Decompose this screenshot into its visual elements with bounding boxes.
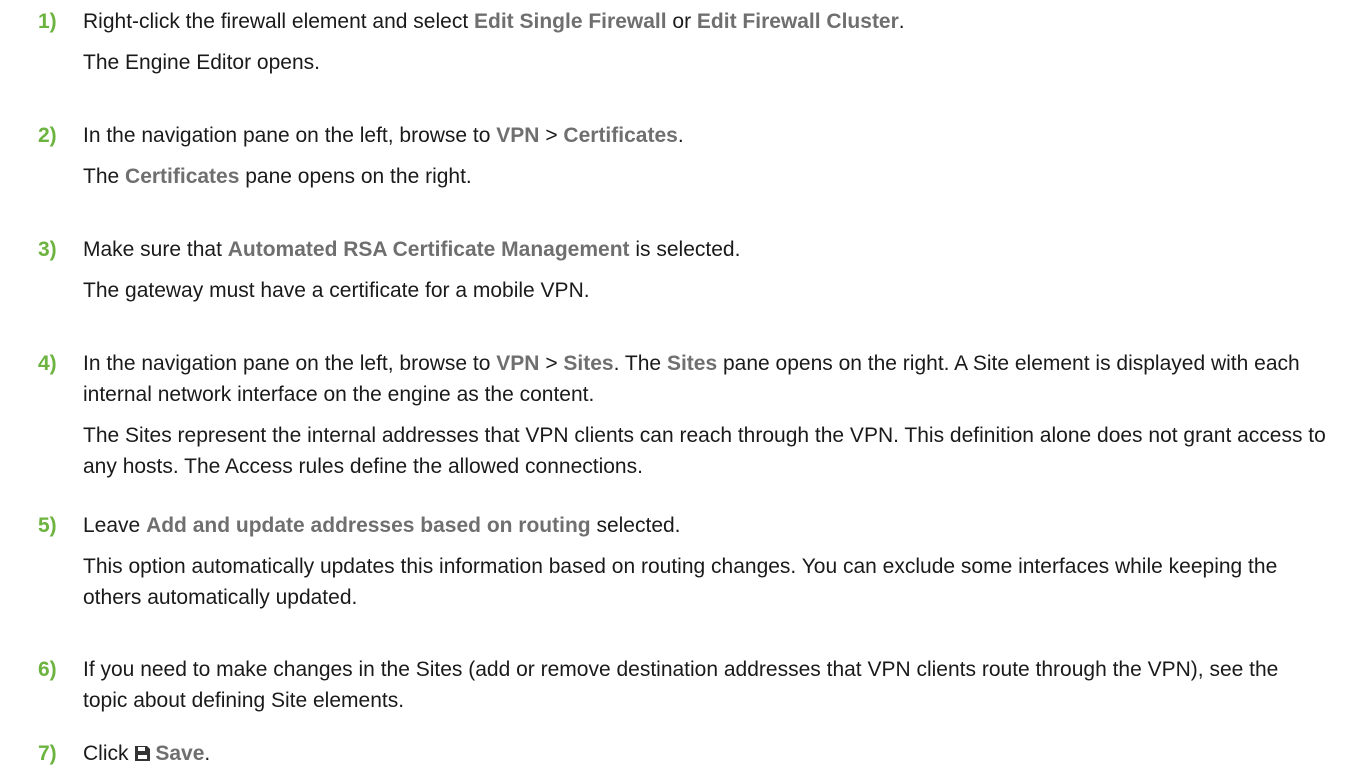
- step-text: Make sure that Automated RSA Certificate…: [83, 234, 1328, 306]
- ui-label: VPN: [496, 352, 540, 375]
- step-instruction: In the navigation pane on the left, brow…: [83, 124, 684, 147]
- step-text: In the navigation pane on the left, brow…: [83, 120, 1328, 192]
- step-text: If you need to make changes in the Sites…: [83, 654, 1328, 716]
- step-instruction: In the navigation pane on the left, brow…: [83, 352, 1300, 406]
- ui-label: Edit Single Firewall: [474, 10, 667, 33]
- step-result: The Sites represent the internal address…: [83, 424, 1326, 478]
- procedure-steps: 1) Right-click the firewall element and …: [0, 0, 1350, 784]
- ui-label: VPN: [496, 124, 540, 147]
- step-instruction: Make sure that Automated RSA Certificate…: [83, 238, 741, 261]
- ui-label: Sites: [666, 352, 718, 375]
- step-number: 2): [38, 124, 57, 147]
- step-number: 5): [38, 514, 57, 537]
- step-text: Right-click the firewall element and sel…: [83, 6, 1328, 78]
- save-icon: [134, 745, 151, 762]
- ui-label: Certificates: [563, 124, 678, 147]
- step-number: 4): [38, 352, 57, 375]
- step-instruction: If you need to make changes in the Sites…: [83, 658, 1279, 712]
- ui-label: Sites: [563, 352, 614, 375]
- step-instruction: Click Save.: [83, 742, 211, 765]
- step-text: Click Save.: [83, 738, 1328, 769]
- step-instruction: Leave Add and update addresses based on …: [83, 514, 681, 537]
- ui-label: Automated RSA Certificate Management: [227, 238, 630, 261]
- step-number: 7): [38, 742, 57, 765]
- step-number: 1): [38, 10, 57, 33]
- ui-label: Add and update addresses based on routin…: [146, 514, 591, 537]
- step-result: The Engine Editor opens.: [83, 51, 320, 74]
- ui-label: Certificates: [125, 165, 240, 188]
- ui-label: Save: [155, 742, 205, 765]
- step-result: The gateway must have a certificate for …: [83, 279, 590, 302]
- step-text: Leave Add and update addresses based on …: [83, 510, 1328, 613]
- step-instruction: Right-click the firewall element and sel…: [83, 10, 905, 33]
- step-text: In the navigation pane on the left, brow…: [83, 348, 1328, 482]
- step-result: The Certificates pane opens on the right…: [83, 165, 472, 188]
- step-number: 6): [38, 658, 57, 681]
- step-number: 3): [38, 238, 57, 261]
- step-result: This option automatically updates this i…: [83, 555, 1278, 609]
- ui-label: Edit Firewall Cluster: [696, 10, 899, 33]
